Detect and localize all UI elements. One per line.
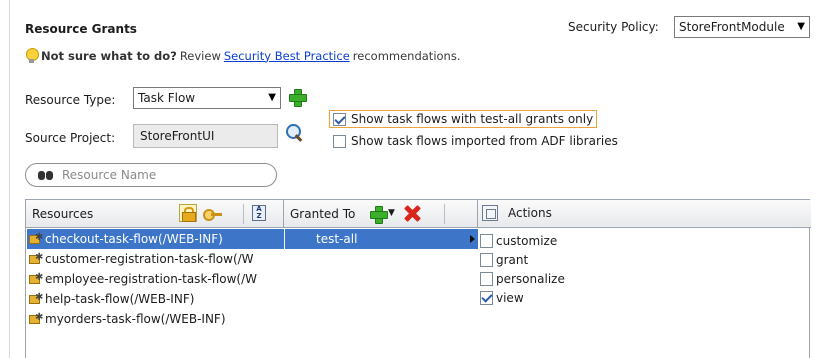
- resource-row[interactable]: employee-registration-task-flow(/W: [27, 269, 284, 289]
- action-row[interactable]: grant: [480, 250, 565, 269]
- filter-adf-option[interactable]: Show task flows imported from ADF librar…: [333, 134, 618, 148]
- granted-to-header-label: Granted To: [290, 206, 356, 221]
- search-placeholder: Resource Name: [62, 168, 157, 182]
- test-all-checkbox[interactable]: [333, 112, 346, 126]
- binoculars-icon: [38, 169, 54, 181]
- action-label: grant: [496, 252, 529, 267]
- actions-list: customize grant personalize view: [480, 231, 565, 307]
- window-edge: [0, 0, 10, 358]
- remove-grantee-icon[interactable]: [403, 204, 421, 222]
- action-row[interactable]: view: [480, 288, 565, 307]
- add-grantee-icon[interactable]: [369, 205, 388, 224]
- resource-label: myorders-task-flow(/WEB-INF): [45, 312, 226, 326]
- filter-test-all-option[interactable]: Show task flows with test-all grants onl…: [329, 110, 598, 128]
- action-label: customize: [496, 233, 558, 248]
- resource-type-select[interactable]: Task Flow ▼: [133, 87, 281, 109]
- security-policy-label: Security Policy:: [568, 20, 659, 34]
- adf-libraries-label: Show task flows imported from ADF librar…: [351, 134, 618, 148]
- actions-view-icon[interactable]: [482, 205, 498, 221]
- add-resource-type-icon[interactable]: [288, 88, 307, 107]
- action-label: personalize: [496, 271, 565, 286]
- security-policy-select[interactable]: StoreFrontModule ▼: [674, 16, 810, 38]
- resource-row[interactable]: customer-registration-task-flow(/W: [27, 249, 284, 269]
- page-title: Resource Grants: [25, 22, 137, 36]
- chevron-down-icon[interactable]: ▼: [388, 208, 395, 218]
- resource-row[interactable]: checkout-task-flow(/WEB-INF): [27, 229, 284, 249]
- action-checkbox[interactable]: [480, 290, 493, 305]
- task-flow-icon: [29, 312, 45, 325]
- lightbulb-icon: [25, 48, 39, 63]
- adf-libraries-checkbox[interactable]: [333, 134, 346, 148]
- test-all-label: Show task flows with test-all grants onl…: [351, 112, 594, 126]
- granted-to-column-header: Granted To ▼: [284, 200, 478, 228]
- key-icon[interactable]: [203, 209, 223, 221]
- resource-name-search[interactable]: Resource Name: [25, 163, 277, 187]
- source-project-field[interactable]: StoreFrontUI: [133, 124, 278, 148]
- resource-type-label: Resource Type:: [25, 93, 116, 107]
- resource-row[interactable]: myorders-task-flow(/WEB-INF): [27, 309, 284, 329]
- security-policy-value: StoreFrontModule: [679, 20, 785, 34]
- resource-type-value: Task Flow: [138, 91, 196, 105]
- dropdown-arrow-icon: ▼: [268, 92, 276, 103]
- hint-bold-text: Not sure what to do?: [41, 48, 177, 63]
- action-checkbox[interactable]: [480, 233, 493, 248]
- resources-list: checkout-task-flow(/WEB-INF) customer-reg…: [27, 229, 284, 329]
- resources-column-header: Resources AZ: [26, 200, 284, 228]
- resource-label: checkout-task-flow(/WEB-INF): [45, 232, 223, 246]
- task-flow-icon: [29, 252, 45, 265]
- resource-row[interactable]: help-task-flow(/WEB-INF): [27, 289, 284, 309]
- action-row[interactable]: customize: [480, 231, 565, 250]
- grantee-label: test-all: [316, 232, 358, 246]
- resource-label: customer-registration-task-flow(/W: [45, 252, 254, 266]
- toolbar-separator: [444, 204, 445, 224]
- help-hint: Not sure what to do? Review Security Bes…: [25, 48, 460, 63]
- hint-text-post: recommendations.: [352, 48, 461, 63]
- search-project-icon[interactable]: [285, 123, 305, 143]
- expand-arrow-icon: [470, 235, 475, 243]
- action-checkbox[interactable]: [480, 271, 493, 286]
- toolbar-separator: [243, 204, 244, 224]
- source-project-label: Source Project:: [25, 131, 116, 145]
- lock-icon[interactable]: [179, 204, 197, 222]
- action-row[interactable]: personalize: [480, 269, 565, 288]
- security-best-practice-link[interactable]: Security Best Practice: [224, 49, 350, 63]
- actions-header-label: Actions: [508, 206, 552, 220]
- task-flow-icon: [29, 272, 45, 285]
- action-checkbox[interactable]: [480, 252, 493, 267]
- actions-column-header: Actions: [478, 200, 811, 228]
- grantee-row-test-all[interactable]: test-all: [285, 229, 478, 249]
- task-flow-icon: [29, 232, 45, 245]
- sort-icon[interactable]: AZ: [252, 205, 266, 221]
- grants-table: Resources AZ Granted To ▼ Actions checko…: [25, 199, 811, 358]
- dropdown-arrow-icon: ▼: [797, 21, 805, 32]
- action-label: view: [496, 290, 524, 305]
- resource-label: employee-registration-task-flow(/W: [45, 272, 258, 286]
- resource-label: help-task-flow(/WEB-INF): [45, 292, 195, 306]
- task-flow-icon: [29, 292, 45, 305]
- hint-text-pre: Review: [179, 48, 221, 63]
- resources-header-label: Resources: [32, 206, 94, 221]
